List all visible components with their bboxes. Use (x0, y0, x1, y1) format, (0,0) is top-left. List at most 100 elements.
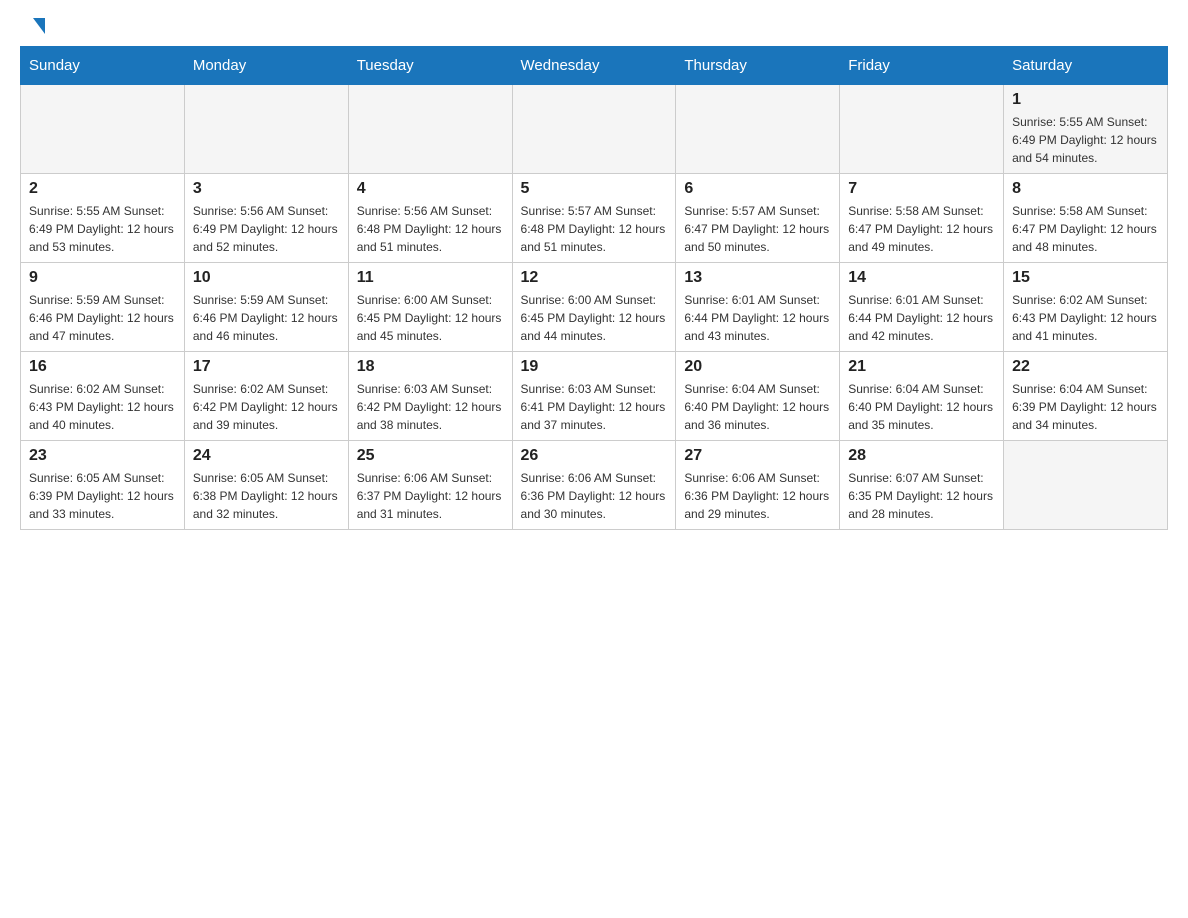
day-cell: 27 Sunrise: 6:06 AM Sunset: 6:36 PM Dayli… (676, 441, 840, 530)
day-info: Sunrise: 5:55 AM Sunset: 6:49 PM Dayligh… (1012, 113, 1159, 167)
day-number: 11 (357, 269, 504, 287)
day-number: 16 (29, 358, 176, 376)
day-info: Sunrise: 6:05 AM Sunset: 6:38 PM Dayligh… (193, 469, 340, 523)
day-number: 24 (193, 447, 340, 465)
day-info: Sunrise: 6:01 AM Sunset: 6:44 PM Dayligh… (848, 291, 995, 345)
day-info: Sunrise: 6:07 AM Sunset: 6:35 PM Dayligh… (848, 469, 995, 523)
week-row-2: 2 Sunrise: 5:55 AM Sunset: 6:49 PM Daylig… (21, 174, 1168, 263)
day-cell: 1 Sunrise: 5:55 AM Sunset: 6:49 PM Daylig… (1004, 85, 1168, 174)
day-info: Sunrise: 6:06 AM Sunset: 6:36 PM Dayligh… (684, 469, 831, 523)
day-number: 15 (1012, 269, 1159, 287)
day-cell: 20Sunrise: 6:04 AM Sunset: 6:40 PM Dayli… (676, 352, 840, 441)
day-cell: 4 Sunrise: 5:56 AM Sunset: 6:48 PM Daylig… (348, 174, 512, 263)
day-info: Sunrise: 5:58 AM Sunset: 6:47 PM Dayligh… (848, 202, 995, 256)
day-cell: 26 Sunrise: 6:06 AM Sunset: 6:36 PM Dayli… (512, 441, 676, 530)
day-info: Sunrise: 6:01 AM Sunset: 6:44 PM Dayligh… (684, 291, 831, 345)
day-number: 18 (357, 358, 504, 376)
week-row-1: 1 Sunrise: 5:55 AM Sunset: 6:49 PM Daylig… (21, 85, 1168, 174)
day-cell: 9 Sunrise: 5:59 AM Sunset: 6:46 PM Daylig… (21, 263, 185, 352)
day-cell: 13 Sunrise: 6:01 AM Sunset: 6:44 PM Dayli… (676, 263, 840, 352)
day-number: 9 (29, 269, 176, 287)
calendar-header-row: SundayMondayTuesdayWednesdayThursdayFrid… (21, 47, 1168, 85)
day-info: Sunrise: 5:56 AM Sunset: 6:49 PM Dayligh… (193, 202, 340, 256)
day-number: 13 (684, 269, 831, 287)
day-cell: 6 Sunrise: 5:57 AM Sunset: 6:47 PM Daylig… (676, 174, 840, 263)
day-info: Sunrise: 6:02 AM Sunset: 6:43 PM Dayligh… (1012, 291, 1159, 345)
day-info: Sunrise: 6:04 AM Sunset: 6:40 PM Dayligh… (848, 380, 995, 434)
day-cell (512, 85, 676, 174)
day-number: 28 (848, 447, 995, 465)
day-cell: 16 Sunrise: 6:02 AM Sunset: 6:43 PM Dayli… (21, 352, 185, 441)
day-number: 7 (848, 180, 995, 198)
day-cell: 10 Sunrise: 5:59 AM Sunset: 6:46 PM Dayli… (184, 263, 348, 352)
day-number: 10 (193, 269, 340, 287)
day-cell: 14 Sunrise: 6:01 AM Sunset: 6:44 PM Dayli… (840, 263, 1004, 352)
day-info: Sunrise: 5:56 AM Sunset: 6:48 PM Dayligh… (357, 202, 504, 256)
day-number: 25 (357, 447, 504, 465)
day-cell: 21 Sunrise: 6:04 AM Sunset: 6:40 PM Dayli… (840, 352, 1004, 441)
day-number: 17 (193, 358, 340, 376)
day-cell: 19 Sunrise: 6:03 AM Sunset: 6:41 PM Dayli… (512, 352, 676, 441)
day-cell (184, 85, 348, 174)
day-cell: 7 Sunrise: 5:58 AM Sunset: 6:47 PM Daylig… (840, 174, 1004, 263)
day-info: Sunrise: 6:05 AM Sunset: 6:39 PM Dayligh… (29, 469, 176, 523)
day-info: Sunrise: 6:06 AM Sunset: 6:36 PM Dayligh… (521, 469, 668, 523)
day-cell: 22 Sunrise: 6:04 AM Sunset: 6:39 PM Dayli… (1004, 352, 1168, 441)
day-cell (348, 85, 512, 174)
day-cell (840, 85, 1004, 174)
day-cell: 11 Sunrise: 6:00 AM Sunset: 6:45 PM Dayli… (348, 263, 512, 352)
day-number: 21 (848, 358, 995, 376)
day-info: Sunrise: 6:04 AM Sunset: 6:40 PM Dayligh… (684, 380, 831, 434)
day-info: Sunrise: 6:02 AM Sunset: 6:42 PM Dayligh… (193, 380, 340, 434)
logo-arrow-icon (33, 18, 45, 34)
day-cell: 18Sunrise: 6:03 AM Sunset: 6:42 PM Dayli… (348, 352, 512, 441)
day-info: Sunrise: 6:00 AM Sunset: 6:45 PM Dayligh… (521, 291, 668, 345)
header-friday: Friday (840, 47, 1004, 85)
calendar-wrapper: SundayMondayTuesdayWednesdayThursdayFrid… (0, 46, 1188, 550)
day-number: 4 (357, 180, 504, 198)
day-info: Sunrise: 5:59 AM Sunset: 6:46 PM Dayligh… (29, 291, 176, 345)
day-number: 27 (684, 447, 831, 465)
header-thursday: Thursday (676, 47, 840, 85)
day-cell: 24 Sunrise: 6:05 AM Sunset: 6:38 PM Dayli… (184, 441, 348, 530)
day-cell: 28 Sunrise: 6:07 AM Sunset: 6:35 PM Dayli… (840, 441, 1004, 530)
day-number: 2 (29, 180, 176, 198)
day-cell: 23 Sunrise: 6:05 AM Sunset: 6:39 PM Dayli… (21, 441, 185, 530)
day-info: Sunrise: 6:00 AM Sunset: 6:45 PM Dayligh… (357, 291, 504, 345)
calendar-table: SundayMondayTuesdayWednesdayThursdayFrid… (20, 46, 1168, 530)
day-cell: 5Sunrise: 5:57 AM Sunset: 6:48 PM Daylig… (512, 174, 676, 263)
header-tuesday: Tuesday (348, 47, 512, 85)
day-info: Sunrise: 5:59 AM Sunset: 6:46 PM Dayligh… (193, 291, 340, 345)
page-header (0, 0, 1188, 46)
day-info: Sunrise: 5:55 AM Sunset: 6:49 PM Dayligh… (29, 202, 176, 256)
day-info: Sunrise: 5:57 AM Sunset: 6:47 PM Dayligh… (684, 202, 831, 256)
day-number: 23 (29, 447, 176, 465)
day-number: 14 (848, 269, 995, 287)
logo (30, 20, 45, 36)
day-cell: 17 Sunrise: 6:02 AM Sunset: 6:42 PM Dayli… (184, 352, 348, 441)
week-row-5: 23 Sunrise: 6:05 AM Sunset: 6:39 PM Dayli… (21, 441, 1168, 530)
day-cell: 25 Sunrise: 6:06 AM Sunset: 6:37 PM Dayli… (348, 441, 512, 530)
day-cell: 2 Sunrise: 5:55 AM Sunset: 6:49 PM Daylig… (21, 174, 185, 263)
day-number: 3 (193, 180, 340, 198)
day-number: 12 (521, 269, 668, 287)
day-number: 1 (1012, 91, 1159, 109)
day-number: 6 (684, 180, 831, 198)
header-monday: Monday (184, 47, 348, 85)
day-info: Sunrise: 6:03 AM Sunset: 6:41 PM Dayligh… (521, 380, 668, 434)
day-number: 26 (521, 447, 668, 465)
day-info: Sunrise: 6:06 AM Sunset: 6:37 PM Dayligh… (357, 469, 504, 523)
day-cell: 12 Sunrise: 6:00 AM Sunset: 6:45 PM Dayli… (512, 263, 676, 352)
day-cell: 3 Sunrise: 5:56 AM Sunset: 6:49 PM Daylig… (184, 174, 348, 263)
week-row-4: 16 Sunrise: 6:02 AM Sunset: 6:43 PM Dayli… (21, 352, 1168, 441)
day-info: Sunrise: 6:04 AM Sunset: 6:39 PM Dayligh… (1012, 380, 1159, 434)
day-info: Sunrise: 6:02 AM Sunset: 6:43 PM Dayligh… (29, 380, 176, 434)
header-sunday: Sunday (21, 47, 185, 85)
header-wednesday: Wednesday (512, 47, 676, 85)
day-number: 22 (1012, 358, 1159, 376)
week-row-3: 9 Sunrise: 5:59 AM Sunset: 6:46 PM Daylig… (21, 263, 1168, 352)
day-number: 5 (521, 180, 668, 198)
day-cell (1004, 441, 1168, 530)
day-cell: 15 Sunrise: 6:02 AM Sunset: 6:43 PM Dayli… (1004, 263, 1168, 352)
day-number: 19 (521, 358, 668, 376)
